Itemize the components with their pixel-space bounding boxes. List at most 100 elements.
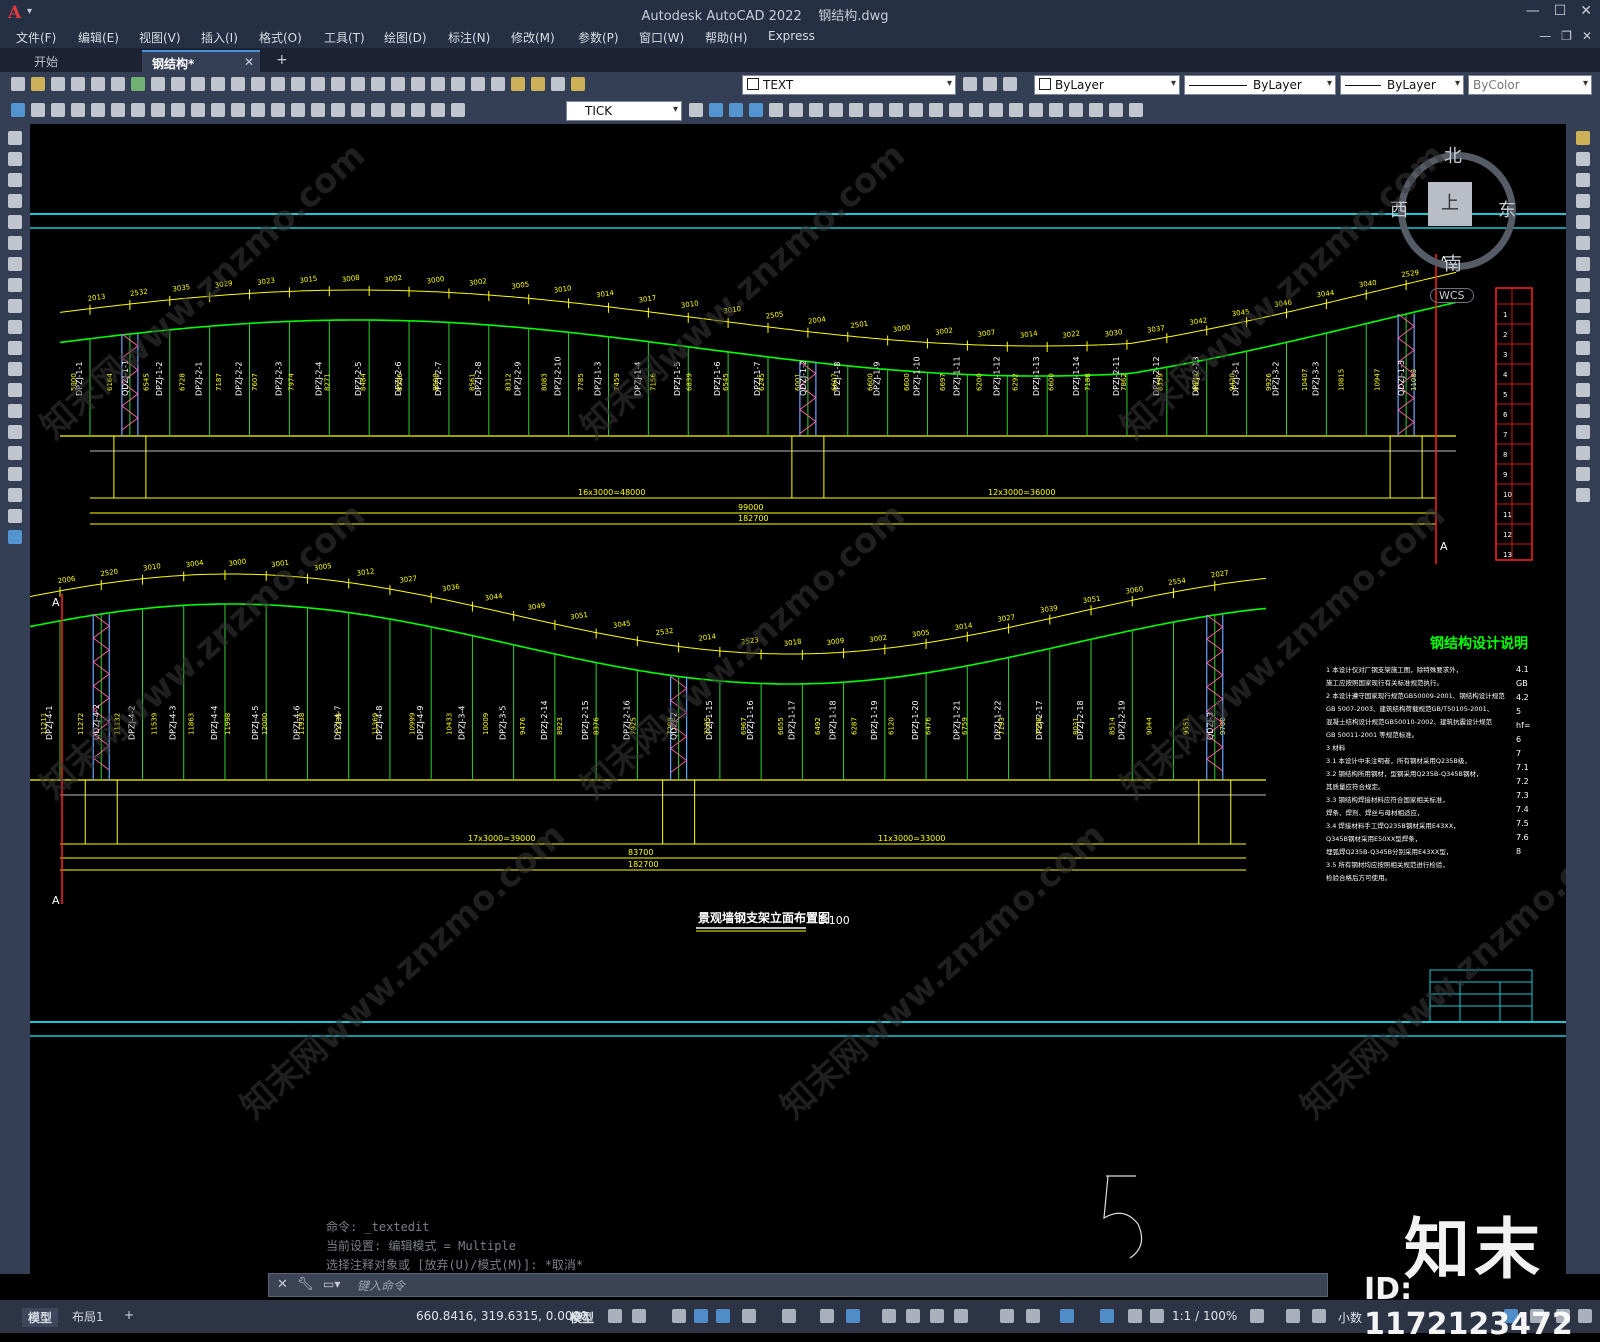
rotate-icon[interactable] xyxy=(1576,257,1590,271)
command-input[interactable] xyxy=(355,1276,1319,1296)
annotation-scale-icon[interactable] xyxy=(1150,1309,1164,1323)
object-snap-tracking-icon[interactable] xyxy=(820,1309,834,1323)
publish-icon[interactable] xyxy=(111,77,125,91)
slice-icon[interactable] xyxy=(869,103,883,117)
menu-view[interactable]: 视图(V) xyxy=(139,29,181,46)
polar-tracking-icon[interactable] xyxy=(742,1309,756,1323)
baseline-dimension-icon[interactable] xyxy=(251,103,265,117)
jogged-dimension-icon[interactable] xyxy=(171,103,185,117)
circle-icon[interactable] xyxy=(8,257,22,271)
3d-wedge-icon[interactable] xyxy=(729,103,743,117)
doc-minimize-button[interactable]: — xyxy=(1539,29,1551,43)
lightbulb-icon[interactable] xyxy=(511,77,525,91)
menu-insert[interactable]: 插入(I) xyxy=(201,29,238,46)
continue-dimension-icon[interactable] xyxy=(271,103,285,117)
menu-tools[interactable]: 工具(T) xyxy=(324,29,365,46)
menu-express[interactable]: Express xyxy=(768,29,815,43)
transparency-icon[interactable] xyxy=(906,1309,920,1323)
construction-line-icon[interactable] xyxy=(8,152,22,166)
menu-draw[interactable]: 绘图(D) xyxy=(384,29,427,46)
dimension-update-icon[interactable] xyxy=(451,103,465,117)
viewcube-top-face[interactable]: 上 xyxy=(1428,182,1472,226)
intersect-icon[interactable] xyxy=(849,103,863,117)
section-icon[interactable] xyxy=(889,103,903,117)
tab-start[interactable]: 开始 xyxy=(24,50,140,72)
match-properties-icon[interactable] xyxy=(211,77,225,91)
3d-cone-icon[interactable] xyxy=(749,103,763,117)
cut-icon[interactable] xyxy=(151,77,165,91)
menu-modify[interactable]: 修改(M) xyxy=(511,29,555,46)
web-icon[interactable] xyxy=(131,77,145,91)
render-icon[interactable] xyxy=(989,103,1003,117)
setup-view-icon[interactable] xyxy=(949,103,963,117)
setup-drawing-icon[interactable] xyxy=(929,103,943,117)
markup-icon[interactable] xyxy=(431,77,445,91)
lock-icon[interactable] xyxy=(571,77,585,91)
dimension-space-icon[interactable] xyxy=(291,103,305,117)
blend-curves-icon[interactable] xyxy=(1576,467,1590,481)
linetype-dropdown[interactable]: ByLayer ▾ xyxy=(1184,75,1336,95)
plot-preview-icon[interactable] xyxy=(91,77,105,91)
scene-icon[interactable] xyxy=(1049,103,1063,117)
tab-model-layout[interactable]: 模型 xyxy=(22,1308,59,1327)
polyline-icon[interactable] xyxy=(8,173,22,187)
line-icon[interactable] xyxy=(8,131,22,145)
3d-box-icon[interactable] xyxy=(709,103,723,117)
ellipse-icon[interactable] xyxy=(8,320,22,334)
quick-dim-icon[interactable] xyxy=(231,103,245,117)
make-block-icon[interactable] xyxy=(8,383,22,397)
annotation-monitor-icon[interactable] xyxy=(1286,1309,1300,1323)
tab-close-icon[interactable]: ✕ xyxy=(244,55,254,69)
redo-icon[interactable] xyxy=(251,77,265,91)
table-icon[interactable] xyxy=(8,488,22,502)
undo-icon[interactable] xyxy=(231,77,245,91)
stretch-icon[interactable] xyxy=(1576,299,1590,313)
isodraft-icon[interactable] xyxy=(782,1309,796,1323)
qsave-icon[interactable] xyxy=(31,103,45,117)
add-selected-icon[interactable] xyxy=(8,530,22,544)
materials-icon[interactable] xyxy=(1009,103,1023,117)
arc-length-icon[interactable] xyxy=(111,103,125,117)
menu-edit[interactable]: 编辑(E) xyxy=(78,29,119,46)
help-icon[interactable] xyxy=(471,77,485,91)
new-tab-plus-icon[interactable]: + xyxy=(276,52,288,68)
menu-format[interactable]: 格式(O) xyxy=(259,29,302,46)
dimension-edit-icon[interactable] xyxy=(411,103,425,117)
zoom-window-icon[interactable] xyxy=(311,77,325,91)
join-icon[interactable] xyxy=(1576,404,1590,418)
layer-freeze-icon[interactable] xyxy=(551,77,565,91)
calculator-icon[interactable] xyxy=(451,77,465,91)
viewcube-west[interactable]: 西 xyxy=(1390,196,1408,222)
viewcube-north[interactable]: 北 xyxy=(1444,142,1462,168)
snap-icon[interactable] xyxy=(632,1309,646,1323)
ordinate-dimension-icon[interactable] xyxy=(131,103,145,117)
design-center-icon[interactable] xyxy=(371,77,385,91)
lights-icon[interactable] xyxy=(1029,103,1043,117)
spline-icon[interactable] xyxy=(8,299,22,313)
layer-previous-icon[interactable] xyxy=(983,77,997,91)
units-value[interactable]: 小数 xyxy=(1338,1309,1362,1326)
annotation-scale-value[interactable]: 1:1 / 100% xyxy=(1172,1309,1237,1323)
gradient-icon[interactable] xyxy=(8,446,22,460)
linear-dimension-icon[interactable] xyxy=(71,103,85,117)
break-at-point-icon[interactable] xyxy=(1576,362,1590,376)
explode-icon[interactable] xyxy=(1576,488,1590,502)
landscape-icon[interactable] xyxy=(1069,103,1083,117)
add-layout-plus-icon[interactable]: + xyxy=(124,1308,134,1322)
rectangle-icon[interactable] xyxy=(8,215,22,229)
multiline-text-icon[interactable] xyxy=(8,509,22,523)
sun-icon[interactable] xyxy=(531,77,545,91)
statistics-icon[interactable] xyxy=(1129,103,1143,117)
gizmo-icon[interactable] xyxy=(1060,1309,1074,1323)
dynamic-ucs-icon[interactable] xyxy=(1000,1309,1014,1323)
mirror-icon[interactable] xyxy=(1576,173,1590,187)
break-icon[interactable] xyxy=(1576,383,1590,397)
setup-profile-icon[interactable] xyxy=(969,103,983,117)
wcs-menu[interactable]: WCS xyxy=(1430,288,1474,303)
inspection-icon[interactable] xyxy=(371,103,385,117)
extend-icon[interactable] xyxy=(1576,341,1590,355)
maximize-button[interactable]: ☐ xyxy=(1554,3,1567,19)
print-icon[interactable] xyxy=(71,77,85,91)
layer-dropdown[interactable]: TEXT ▾ xyxy=(742,75,956,95)
revision-cloud-icon[interactable] xyxy=(8,278,22,292)
